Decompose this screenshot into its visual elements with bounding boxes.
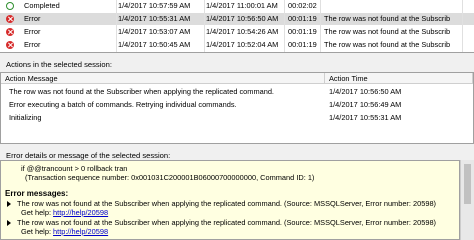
error-messages-heading: Error messages: [5,189,69,198]
history-end-time: 1/4/2017 10:54:26 AM [206,27,279,36]
action-message: Error executing a batch of commands. Ret… [9,100,237,109]
history-start-time: 1/4/2017 10:53:07 AM [118,27,191,36]
column-header-action-time[interactable]: Action Time [325,73,473,84]
history-message: The row was not found at the Subscrib [324,40,451,49]
history-end-time: 1/4/2017 10:56:50 AM [206,14,279,23]
get-help-label: Get help: [21,227,54,236]
history-message [324,0,460,12]
error-status-icon [6,15,14,23]
session-history-grid: Completed 1/4/2017 10:57:59 AM 1/4/2017 … [0,0,474,53]
error-details-panel[interactable]: if @@trancount > 0 rollback tran (Transa… [0,160,460,240]
get-help-line: Get help: http://help/20598 [21,208,108,217]
action-row[interactable]: The row was not found at the Subscriber … [1,86,474,98]
history-end-time: 1/4/2017 11:00:01 AM [206,1,278,10]
error-details-label: Error details or message of the selected… [6,151,171,160]
history-row[interactable]: Completed 1/4/2017 10:57:59 AM 1/4/2017 … [0,0,474,12]
history-status: Completed [24,1,60,10]
sql-code-line: if @@trancount > 0 rollback tran [21,164,128,173]
history-row-selected[interactable]: Error 1/4/2017 10:55:31 AM 1/4/2017 10:5… [0,13,474,25]
error-status-icon [6,28,14,36]
sql-code-line: (Transaction sequence number: 0x001031C2… [25,173,315,182]
history-row[interactable]: Error 1/4/2017 10:50:45 AM 1/4/2017 10:5… [0,39,474,51]
completed-status-icon [6,2,14,10]
history-duration: 00:01:19 [288,27,317,36]
error-message-text: The row was not found at the Subscriber … [17,199,437,208]
history-row[interactable]: Error 1/4/2017 10:53:07 AM 1/4/2017 10:5… [0,26,474,38]
history-start-time: 1/4/2017 10:57:59 AM [118,1,191,10]
history-duration: 00:01:19 [288,40,317,49]
action-time: 1/4/2017 10:56:49 AM [329,100,402,109]
action-row[interactable]: Initializing 1/4/2017 10:55:31 AM [1,112,474,124]
history-duration: 00:02:02 [288,1,317,10]
history-message: The row was not found at the Subscrib [324,27,451,36]
action-message: The row was not found at the Subscriber … [9,87,274,96]
help-link[interactable]: http://help/20598 [53,208,108,217]
vertical-scrollbar[interactable] [460,160,474,240]
bullet-icon [7,201,11,207]
scrollbar-thumb[interactable] [464,164,471,204]
history-status: Error [24,27,41,36]
history-status: Error [24,40,41,49]
get-help-label: Get help: [21,208,54,217]
history-start-time: 1/4/2017 10:55:31 AM [118,14,191,23]
history-duration: 00:01:19 [288,14,317,23]
action-time: 1/4/2017 10:56:50 AM [329,87,402,96]
history-status: Error [24,14,41,23]
history-end-time: 1/4/2017 10:52:04 AM [206,40,279,49]
actions-grid: Action Message Action Time The row was n… [0,72,474,144]
action-message: Initializing [9,113,42,122]
get-help-line: Get help: http://help/20598 [21,227,108,236]
action-row[interactable]: Error executing a batch of commands. Ret… [1,99,474,111]
error-status-icon [6,41,14,49]
column-header-action-message[interactable]: Action Message [1,73,325,84]
bullet-icon [7,220,11,226]
history-start-time: 1/4/2017 10:50:45 AM [118,40,191,49]
error-message-text: The row was not found at the Subscriber … [17,218,437,227]
action-time: 1/4/2017 10:55:31 AM [329,113,402,122]
history-message: The row was not found at the Subscrib [324,14,451,23]
help-link[interactable]: http://help/20598 [53,227,108,236]
actions-section-label: Actions in the selected session: [6,60,112,69]
